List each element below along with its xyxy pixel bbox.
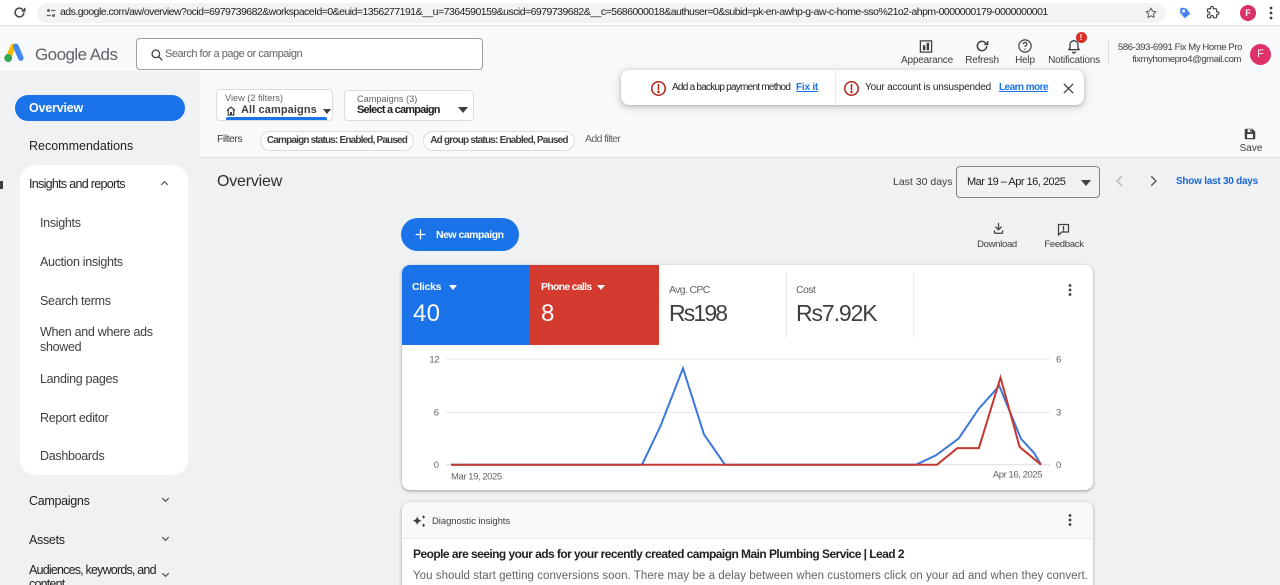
svg-text:12: 12 [429,355,439,366]
svg-text:Apr 16, 2025: Apr 16, 2025 [993,470,1042,481]
svg-text:6: 6 [434,408,439,419]
svg-text:0: 0 [1056,460,1061,471]
svg-text:3: 3 [1056,408,1061,419]
svg-text:Mar 19, 2025: Mar 19, 2025 [451,472,502,483]
svg-text:6: 6 [1056,355,1061,366]
svg-text:0: 0 [434,460,439,471]
